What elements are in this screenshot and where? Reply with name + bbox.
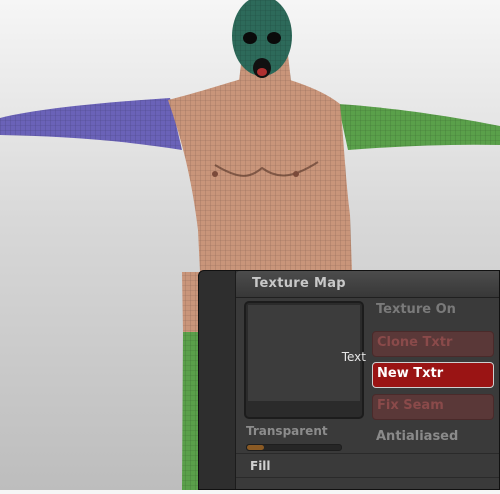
fix-seam-button[interactable]: Fix Seam bbox=[372, 394, 494, 420]
transparent-label: Transparent bbox=[246, 424, 328, 438]
transparent-slider[interactable] bbox=[246, 444, 342, 451]
new-txtr-button[interactable]: New Txtr bbox=[372, 362, 494, 388]
texture-preview-label: Text bbox=[341, 350, 366, 364]
antialiased-button[interactable]: Antialiased bbox=[372, 426, 494, 452]
texture-map-content: Texture Map Text Transparent Texture On … bbox=[235, 271, 499, 489]
texture-map-header[interactable]: Texture Map bbox=[236, 271, 499, 298]
panel-title: Texture Map bbox=[252, 276, 346, 291]
texture-preview-slot[interactable]: Text bbox=[244, 301, 366, 419]
texture-map-panel: Texture Map Text Transparent Texture On … bbox=[198, 270, 500, 490]
panel-divider bbox=[236, 453, 499, 454]
transparent-slider-fill bbox=[247, 445, 264, 450]
texture-on-button[interactable]: Texture On bbox=[372, 299, 494, 325]
fill-button[interactable]: Fill bbox=[250, 459, 271, 473]
clone-txtr-button[interactable]: Clone Txtr bbox=[372, 331, 494, 357]
panel-divider bbox=[236, 477, 499, 478]
